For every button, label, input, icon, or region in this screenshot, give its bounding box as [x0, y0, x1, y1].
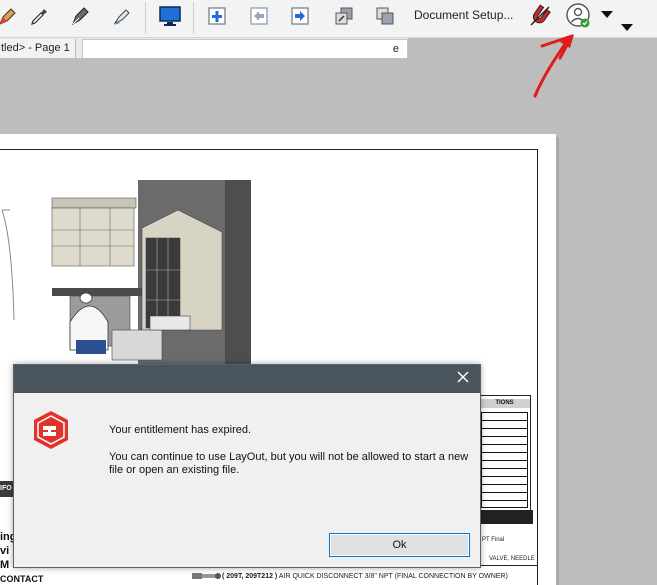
legend-description: AIR QUICK DISCONNECT 3/8" NPT (FINAL CON…: [277, 573, 508, 580]
account-dropdown-caret[interactable]: [601, 11, 613, 18]
model-viewport-render[interactable]: [0, 180, 252, 365]
title-block-header: IFO: [0, 481, 14, 497]
schedule-rows: [481, 412, 528, 508]
quick-disconnect-symbol: [192, 573, 221, 579]
notes-header-bar: [478, 510, 533, 524]
dialog-close-button[interactable]: [454, 370, 472, 388]
presentation-button[interactable]: [156, 4, 184, 32]
legend-code: ( 209T, 209T212 ): [222, 573, 278, 580]
pencil-icon: [0, 5, 19, 32]
note-line: VALVE, NEEDLE: [489, 556, 535, 562]
style-tool-button[interactable]: [108, 4, 136, 32]
title-block-line: vi: [0, 545, 10, 557]
next-page-button[interactable]: [286, 4, 314, 32]
ok-button[interactable]: Ok: [329, 533, 470, 557]
title-block-line: M: [0, 559, 10, 571]
tab-label: e: [392, 43, 399, 55]
title-block-text: ing vi M: [0, 530, 17, 572]
eyedropper-icon: [28, 5, 50, 32]
next-page-icon: [289, 5, 311, 32]
pencil-tool-button[interactable]: [0, 4, 22, 32]
monitor-icon: [158, 4, 182, 33]
previous-page-icon: [248, 5, 270, 32]
pen-nib-icon: [69, 5, 91, 32]
send-back-icon: [333, 5, 355, 32]
dialog-message-primary: Your entitlement has expired.: [109, 424, 252, 436]
dialog-message-secondary: You can continue to use LayOut, but you …: [109, 451, 469, 476]
tab-label: tled> - Page 1: [1, 42, 70, 54]
toolbar-separator: [193, 2, 194, 34]
toolbar-overflow-caret[interactable]: [621, 24, 633, 31]
legend-text: ( 209T, 209T212 ) AIR QUICK DISCONNECT 3…: [222, 573, 508, 580]
tab-page-1[interactable]: tled> - Page 1: [0, 39, 76, 58]
note-line: PT Final: [482, 537, 505, 543]
document-setup-button[interactable]: Document Setup...: [414, 8, 513, 22]
send-backward-button[interactable]: [330, 4, 358, 32]
pen-tool-button[interactable]: [66, 4, 94, 32]
schedule-table: TIONS: [478, 395, 531, 511]
bring-forward-icon: [374, 5, 396, 32]
toolbar-separator: [145, 2, 146, 34]
previous-page-button[interactable]: [245, 4, 273, 32]
entitlement-expired-dialog: Your entitlement has expired. You can co…: [13, 364, 481, 568]
red-annotation-arrow-icon: [533, 34, 574, 98]
layout-app-logo-icon: [30, 409, 72, 451]
add-page-button[interactable]: [203, 4, 231, 32]
dialog-titlebar: [14, 365, 480, 393]
bring-forward-button[interactable]: [371, 4, 399, 32]
title-block-line: ing: [0, 531, 17, 543]
add-page-icon: [206, 5, 228, 32]
eyedropper-tool-button[interactable]: [25, 4, 53, 32]
schedule-title: TIONS: [479, 399, 530, 408]
close-icon: [457, 370, 469, 388]
contact-label: CONTACT: [0, 574, 44, 584]
style-brush-icon: [111, 5, 133, 32]
tab-active[interactable]: e: [82, 39, 408, 58]
